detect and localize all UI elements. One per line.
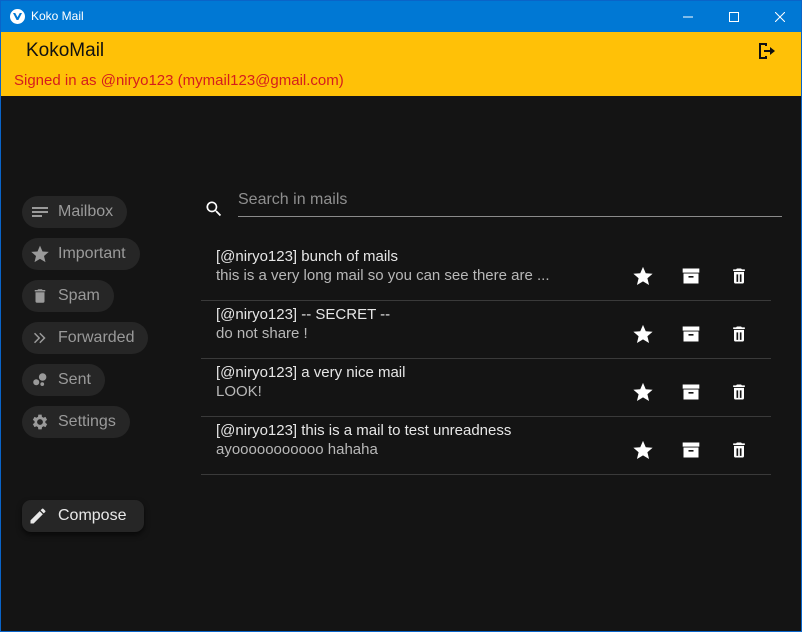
nav-label: Forwarded	[58, 329, 135, 346]
delete-button[interactable]	[728, 381, 750, 403]
star-icon	[633, 266, 653, 285]
maximize-icon	[729, 11, 739, 22]
mail-row[interactable]: [@niryo123] this is a mail to test unrea…	[201, 417, 771, 475]
mail-list: [@niryo123] bunch of mails this is a ver…	[201, 243, 771, 475]
bubbles-icon	[30, 370, 50, 390]
minimize-icon	[683, 16, 693, 17]
app-window: Koko Mail KokoMail Signed in as @niryo12…	[0, 0, 802, 632]
archive-button[interactable]	[680, 381, 702, 403]
star-button[interactable]	[632, 439, 654, 461]
compose-label: Compose	[58, 507, 127, 524]
logout-button[interactable]	[756, 41, 776, 61]
archive-icon	[682, 442, 700, 458]
nav-important[interactable]: Important	[22, 238, 140, 270]
mail-subject: [@niryo123] this is a mail to test unrea…	[216, 422, 512, 439]
compose-button[interactable]: Compose	[22, 500, 145, 532]
maximize-button[interactable]	[711, 1, 757, 32]
delete-icon	[733, 442, 745, 458]
mail-row[interactable]: [@niryo123] a very nice mail LOOK!	[201, 359, 771, 417]
delete-button[interactable]	[728, 323, 750, 345]
star-icon	[633, 382, 653, 401]
mail-subject: [@niryo123] -- SECRET --	[216, 306, 391, 323]
archive-button[interactable]	[680, 439, 702, 461]
nav-label: Settings	[58, 413, 116, 430]
delete-button[interactable]	[728, 265, 750, 287]
app-logo-icon	[10, 9, 25, 24]
nav-label: Mailbox	[58, 203, 114, 220]
trash-icon	[30, 286, 50, 306]
nav-settings[interactable]: Settings	[22, 406, 130, 438]
archive-icon	[682, 268, 700, 284]
mail-preview: do not share !	[216, 325, 308, 342]
mail-subject: [@niryo123] a very nice mail	[216, 364, 406, 381]
logout-icon	[759, 43, 775, 59]
mail-preview: this is a very long mail so you can see …	[216, 267, 550, 284]
double-chevron-icon	[30, 328, 50, 348]
archive-icon	[682, 326, 700, 342]
archive-icon	[682, 384, 700, 400]
list-lines-icon	[30, 202, 50, 222]
delete-icon	[733, 384, 745, 400]
app-brand: KokoMail	[26, 40, 105, 61]
nav-forwarded[interactable]: Forwarded	[22, 322, 149, 354]
close-button[interactable]	[757, 1, 802, 32]
star-icon	[633, 324, 653, 343]
mail-preview: LOOK!	[216, 383, 262, 400]
search-input[interactable]	[238, 187, 782, 217]
nav-label: Important	[58, 245, 126, 262]
pencil-icon	[28, 506, 48, 526]
title-bar[interactable]: Koko Mail	[1, 1, 801, 32]
gear-icon	[30, 412, 50, 432]
archive-button[interactable]	[680, 265, 702, 287]
delete-button[interactable]	[728, 439, 750, 461]
star-icon	[633, 440, 653, 459]
mail-row[interactable]: [@niryo123] -- SECRET -- do not share !	[201, 301, 771, 359]
window-title: Koko Mail	[31, 9, 84, 23]
mail-subject: [@niryo123] bunch of mails	[216, 248, 398, 265]
mail-preview: ayooooooooooo hahaha	[216, 441, 378, 458]
star-button[interactable]	[632, 265, 654, 287]
nav-sent[interactable]: Sent	[22, 364, 105, 396]
app-header: KokoMail Signed in as @niryo123 (mymail1…	[1, 32, 801, 96]
nav-label: Spam	[58, 287, 100, 304]
star-button[interactable]	[632, 381, 654, 403]
close-icon	[775, 11, 785, 22]
signed-in-status: Signed in as @niryo123 (mymail123@gmail.…	[14, 72, 344, 89]
archive-button[interactable]	[680, 323, 702, 345]
minimize-button[interactable]	[665, 1, 711, 32]
mail-row[interactable]: [@niryo123] bunch of mails this is a ver…	[201, 243, 771, 301]
nav-label: Sent	[58, 371, 91, 388]
delete-icon	[733, 326, 745, 342]
search-icon	[204, 199, 224, 219]
star-icon	[30, 244, 50, 264]
nav-mailbox[interactable]: Mailbox	[22, 196, 128, 228]
nav-spam[interactable]: Spam	[22, 280, 114, 312]
delete-icon	[733, 268, 745, 284]
star-button[interactable]	[632, 323, 654, 345]
